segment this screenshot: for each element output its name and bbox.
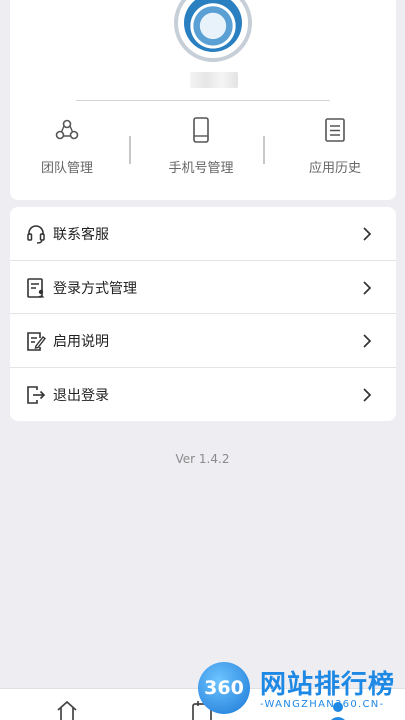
login-method-label: 登录方式管理: [53, 280, 137, 297]
headset-icon: [27, 224, 45, 244]
contact-support-label: 联系客服: [53, 226, 109, 243]
team-management-button[interactable]: 团队管理: [7, 116, 127, 180]
phone-icon: [193, 117, 209, 143]
vertical-divider: [263, 136, 265, 164]
menu-item-contact-support[interactable]: 联系客服: [10, 207, 396, 260]
watermark-badge: 360: [198, 662, 250, 714]
app-logo: [174, 0, 252, 62]
watermark-subtitle: -WANGZHAN360.CN-: [260, 699, 385, 710]
instructions-icon: [27, 331, 46, 351]
vertical-divider: [129, 136, 131, 164]
logo-icon: [184, 0, 242, 52]
settings-menu: 联系客服 登录方式管理 启用说明 退出登录: [10, 207, 396, 421]
logout-icon: [27, 385, 46, 404]
login-method-icon: [27, 277, 45, 298]
watermark-title: 网站排行榜: [260, 670, 396, 700]
app-version: Ver 1.4.2: [175, 452, 230, 466]
chevron-right-icon: [363, 280, 372, 295]
chevron-right-icon: [363, 333, 372, 348]
app-history-button[interactable]: 应用历史: [275, 116, 395, 180]
chevron-right-icon: [363, 226, 372, 241]
menu-item-instructions[interactable]: 启用说明: [10, 314, 396, 367]
profile-divider: [76, 100, 330, 101]
chevron-right-icon: [363, 387, 372, 402]
profile-card: 团队管理 手机号管理 应用历史: [10, 0, 396, 200]
phone-management-button[interactable]: 手机号管理: [141, 116, 261, 180]
team-management-label: 团队管理: [40, 161, 93, 176]
home-icon[interactable]: [55, 699, 79, 720]
logout-label: 退出登录: [53, 387, 109, 404]
phone-management-label: 手机号管理: [168, 161, 234, 176]
team-icon: [55, 119, 79, 140]
instructions-label: 启用说明: [53, 333, 109, 350]
username-blurred: [190, 72, 238, 88]
menu-item-logout[interactable]: 退出登录: [10, 368, 396, 421]
menu-item-login-method[interactable]: 登录方式管理: [10, 261, 396, 314]
history-icon: [325, 118, 345, 142]
watermark: 360 网站排行榜 -WANGZHAN360.CN-: [198, 660, 405, 720]
app-history-label: 应用历史: [308, 161, 361, 176]
